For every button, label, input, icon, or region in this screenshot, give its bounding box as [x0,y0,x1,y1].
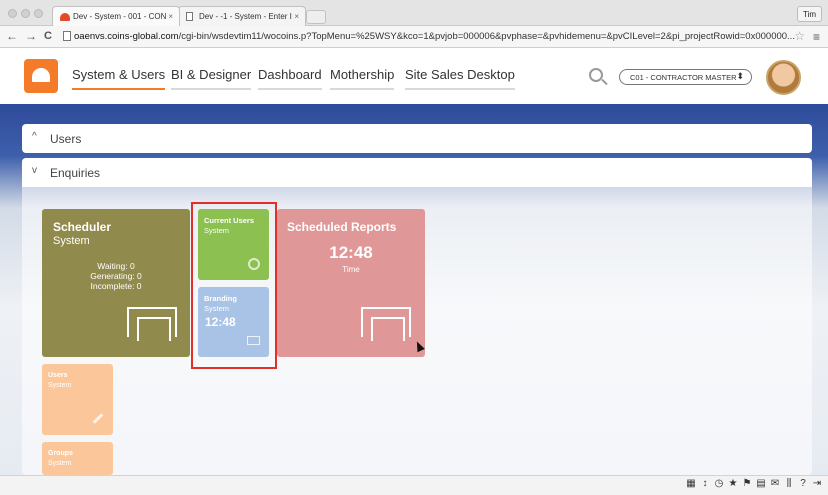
profile-button[interactable]: Tim [796,6,822,22]
grid-icon[interactable]: ▦ [686,478,696,489]
tile-title: Users [48,372,68,379]
browser-tab-enter[interactable]: Dev - -1 - System - Enter I × [178,6,306,26]
pencil-icon [92,413,104,424]
scheduler-tile[interactable]: Scheduler System Waiting: 0 Generating: … [42,209,190,357]
enquiries-panel-label: Enquiries [50,166,101,180]
chevron-down-icon: v [32,165,37,176]
page-icon [63,31,71,41]
tab-close-icon[interactable]: × [294,12,299,21]
incomplete-count: Incomplete: 0 [90,281,142,291]
browser-tab-bar: Dev - System - 001 - CON × Dev - -1 - Sy… [0,0,828,26]
waiting-count: Waiting: 0 [97,261,135,271]
window-zoom-dot[interactable] [34,9,43,18]
bottom-toolbar: ▦ ↕ ◷ ★ ⚑ ▤ ✉ ⫼ ? ⇥ [0,475,828,495]
rack-icon [361,307,411,341]
app-header: System & Users BI & Designer Dashboard M… [0,49,828,104]
users-tile[interactable]: Users System [42,364,113,435]
forward-icon[interactable]: → [25,30,37,42]
select-arrows-icon: ⬍ [736,71,744,81]
help-icon[interactable]: ? [798,478,808,489]
tile-title: Scheduled Reports [287,220,397,234]
scheduler-stats: Waiting: 0 Generating: 0 Incomplete: 0 [42,261,190,291]
tile-subtitle: System [53,235,90,247]
company-select-value: C01 - CONTRACTOR MASTER [630,73,737,82]
coins-favicon-icon [60,13,70,21]
nav-system-users[interactable]: System & Users [72,67,166,90]
coins-logo-icon[interactable] [24,59,58,93]
enquiries-panel-header[interactable]: v Enquiries [22,158,812,187]
tile-subtitle: System [48,382,72,389]
nav-bi-designer[interactable]: BI & Designer [171,67,252,90]
logout-icon[interactable]: ⇥ [812,478,822,489]
browser-tab-system[interactable]: Dev - System - 001 - CON × [52,6,180,26]
rack-icon [127,307,177,341]
reports-time: 12:48 [329,243,373,262]
nav-site-sales-desktop[interactable]: Site Sales Desktop [405,67,515,90]
chevron-up-icon: ^ [32,131,37,142]
users-panel-label: Users [50,132,82,146]
tab-close-icon[interactable]: × [168,12,173,21]
flag-icon[interactable]: ⚑ [742,478,752,489]
mail-icon[interactable]: ✉ [770,478,780,489]
bookmark-star-icon[interactable]: ☆ [794,29,805,43]
print-icon[interactable]: ▤ [756,478,766,489]
groups-tile[interactable]: Groups System [42,442,113,475]
window-close-dot[interactable] [8,9,17,18]
nav-mothership[interactable]: Mothership [330,67,395,90]
browser-menu-icon[interactable]: ≡ [813,30,820,44]
nav-dashboard[interactable]: Dashboard [258,67,322,90]
url-path: /cgi-bin/wsdevtim11/wocoins.p?TopMenu=%2… [178,31,795,42]
users-panel-header[interactable]: ^ Users [22,124,812,153]
address-bar: ← → C oaenvs.coins-global.com/cgi-bin/ws… [0,26,828,48]
url-host: oaenvs.coins-global.com [74,31,179,42]
reload-icon[interactable]: C [44,30,52,42]
tab-label: Dev - -1 - System - Enter I [199,12,292,21]
window-minimize-dot[interactable] [21,9,30,18]
highlight-annotation-box [191,202,277,369]
reports-time-label: Time [342,265,360,274]
history-icon[interactable]: ◷ [714,478,724,489]
tile-title: Scheduler [53,220,112,234]
sort-icon[interactable]: ↕ [700,478,710,489]
back-icon[interactable]: ← [6,30,18,42]
tab-label: Dev - System - 001 - CON [73,12,167,21]
search-icon[interactable] [589,68,603,82]
tile-subtitle: System [48,460,72,467]
page-favicon-icon [186,12,193,21]
tile-title: Groups [48,450,73,457]
scheduled-reports-tile[interactable]: Scheduled Reports 12:48 Time [277,209,425,357]
generating-count: Generating: 0 [90,271,142,281]
url-field[interactable]: oaenvs.coins-global.com/cgi-bin/wsdevtim… [62,29,810,45]
library-icon[interactable]: ⫼ [784,478,794,489]
new-tab-button[interactable] [306,10,326,24]
user-avatar[interactable] [766,60,801,95]
favourites-star-icon[interactable]: ★ [728,478,738,489]
toolbar-icons: ▦ ↕ ◷ ★ ⚑ ▤ ✉ ⫼ ? ⇥ [686,478,822,489]
company-select[interactable]: C01 - CONTRACTOR MASTER ⬍ [619,69,752,85]
